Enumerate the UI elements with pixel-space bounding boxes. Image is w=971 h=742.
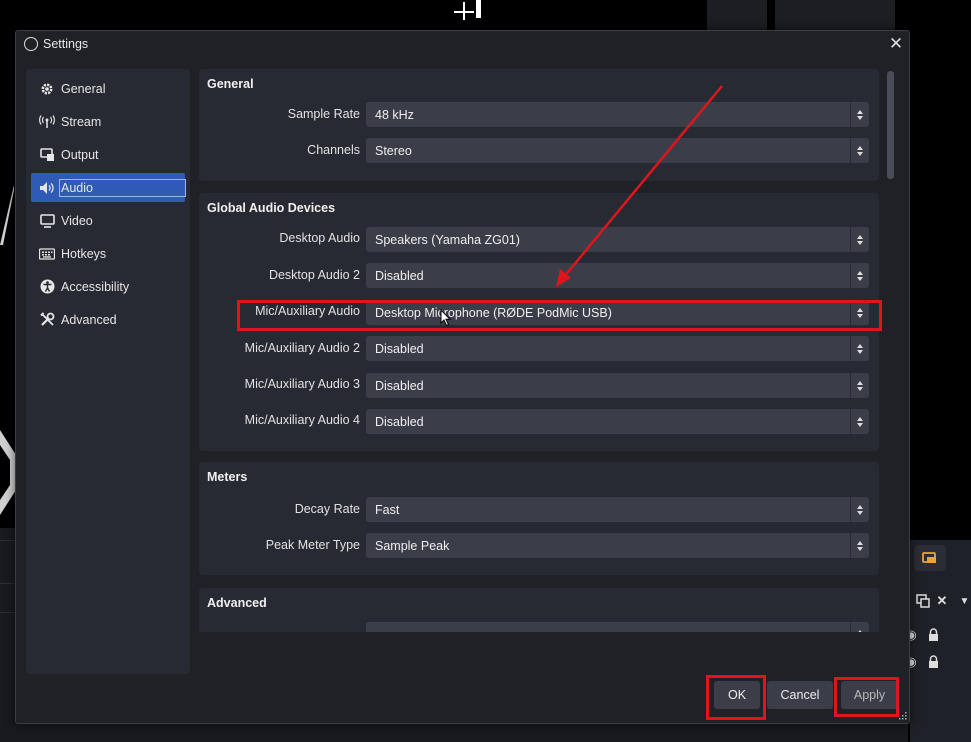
settings-sidebar: General Stream Output Audio Video Hotkey… — [26, 69, 190, 674]
sidebar-item-label: General — [61, 81, 106, 96]
select-value: Desktop Microphone (RØDE PodMic USB) — [375, 305, 612, 320]
sample-rate-select[interactable]: 48 kHz — [366, 102, 869, 127]
decay-rate-label: Decay Rate — [294, 502, 360, 516]
peak-meter-type-select[interactable]: Sample Peak — [366, 533, 869, 558]
sidebar-item-hotkeys[interactable]: Hotkeys — [31, 239, 185, 268]
group-title: Advanced — [207, 596, 267, 610]
group-title: General — [207, 77, 254, 91]
desktop-audio-label: Desktop Audio — [279, 231, 360, 245]
lock-icon[interactable] — [926, 626, 940, 642]
sidebar-item-advanced[interactable]: Advanced — [31, 305, 185, 334]
scrollbar-thumb[interactable] — [887, 71, 894, 179]
sidebar-item-label: Advanced — [61, 312, 117, 327]
group-title: Meters — [207, 470, 248, 484]
updown-arrows-icon — [850, 263, 869, 288]
settings-content: General Sample Rate 48 kHz Channels Ster… — [199, 69, 879, 632]
ok-button[interactable]: OK — [714, 681, 760, 709]
mic-aux-audio-2-select[interactable]: Disabled — [366, 336, 869, 361]
select-value: Disabled — [375, 378, 424, 393]
chevron-down-icon[interactable]: ▼ — [958, 592, 971, 610]
updown-arrows-icon — [850, 227, 869, 252]
mic-aux-audio-3-label: Mic/Auxiliary Audio 3 — [244, 377, 360, 391]
decay-rate-select[interactable]: Fast — [366, 497, 869, 522]
settings-dialog: Settings ✕ General Stream Output Audio V… — [15, 30, 910, 724]
group-advanced: Advanced — [199, 588, 879, 632]
sidebar-item-video[interactable]: Video — [31, 206, 185, 235]
select-value: Stereo — [375, 143, 412, 158]
select-value: Disabled — [375, 341, 424, 356]
desktop-audio-select[interactable]: Speakers (Yamaha ZG01) — [366, 227, 869, 252]
broadcast-icon — [39, 114, 55, 130]
preview-graphic — [454, 0, 481, 20]
updown-arrows-icon — [850, 102, 869, 127]
sample-rate-label: Sample Rate — [287, 107, 360, 121]
cancel-button[interactable]: Cancel — [767, 681, 833, 709]
sidebar-item-audio[interactable]: Audio — [31, 173, 186, 202]
sidebar-item-label: Video — [61, 213, 93, 228]
sidebar-item-label: Stream — [61, 114, 102, 129]
group-global-audio-devices: Global Audio Devices Desktop Audio Speak… — [199, 193, 879, 451]
sidebar-item-stream[interactable]: Stream — [31, 107, 185, 136]
peak-meter-type-label: Peak Meter Type — [265, 538, 360, 552]
channels-label: Channels — [307, 143, 360, 157]
sidebar-item-general[interactable]: General — [31, 74, 185, 103]
updown-arrows-icon — [850, 336, 869, 361]
dialog-titlebar: Settings ✕ — [16, 31, 909, 59]
output-icon — [39, 147, 55, 163]
gear-icon — [39, 81, 55, 97]
desktop-audio-2-select[interactable]: Disabled — [366, 263, 869, 288]
mic-aux-audio-2-label: Mic/Auxiliary Audio 2 — [244, 341, 360, 355]
select-value: Disabled — [375, 414, 424, 429]
updown-arrows-icon — [850, 622, 869, 632]
mouse-cursor-icon — [440, 309, 452, 327]
apply-button[interactable]: Apply — [841, 681, 898, 709]
mic-aux-audio-3-select[interactable]: Disabled — [366, 373, 869, 398]
group-title: Global Audio Devices — [207, 201, 336, 215]
updown-arrows-icon — [850, 533, 869, 558]
select-value: Disabled — [375, 268, 424, 283]
updown-arrows-icon — [850, 409, 869, 434]
select-value: 48 kHz — [375, 107, 414, 122]
updown-arrows-icon — [850, 300, 869, 325]
desktop-audio-2-label: Desktop Audio 2 — [268, 268, 360, 282]
sidebar-item-accessibility[interactable]: Accessibility — [31, 272, 185, 301]
undock-icon[interactable] — [914, 592, 932, 610]
mic-aux-audio-4-select[interactable]: Disabled — [366, 409, 869, 434]
mic-aux-audio-4-label: Mic/Auxiliary Audio 4 — [244, 413, 360, 427]
monitor-icon — [39, 213, 55, 229]
sidebar-item-label: Output — [61, 147, 99, 162]
accessibility-icon — [39, 279, 55, 295]
close-dock-icon[interactable]: ✕ — [934, 592, 950, 610]
sidebar-item-output[interactable]: Output — [31, 140, 185, 169]
close-icon[interactable]: ✕ — [887, 35, 905, 53]
channels-select[interactable]: Stereo — [366, 138, 869, 163]
group-general: General Sample Rate 48 kHz Channels Ster… — [199, 69, 879, 181]
tools-icon — [39, 312, 55, 328]
updown-arrows-icon — [850, 497, 869, 522]
content-scrollbar[interactable] — [886, 69, 896, 632]
dialog-title: Settings — [43, 37, 89, 51]
select-value: Speakers (Yamaha ZG01) — [375, 232, 520, 247]
updown-arrows-icon — [850, 138, 869, 163]
select-value: Sample Peak — [375, 538, 450, 553]
mic-aux-audio-label: Mic/Auxiliary Audio — [255, 304, 360, 318]
keyboard-icon — [39, 246, 55, 262]
select-value: Fast — [375, 502, 400, 517]
lock-icon[interactable] — [926, 653, 940, 669]
obs-logo-icon — [24, 37, 38, 51]
camera-icon — [922, 552, 936, 563]
speaker-icon — [39, 180, 55, 196]
resize-grip-icon[interactable] — [899, 712, 907, 720]
group-meters: Meters Decay Rate Fast Peak Meter Type S… — [199, 462, 879, 575]
virtual-camera-button[interactable] — [914, 545, 946, 571]
sidebar-item-label: Hotkeys — [61, 246, 107, 261]
updown-arrows-icon — [850, 373, 869, 398]
background-toolbar — [632, 0, 971, 30]
sidebar-item-label: Audio — [59, 178, 186, 197]
advanced-select[interactable] — [366, 622, 869, 632]
preview-graphic — [0, 185, 14, 245]
sidebar-item-label: Accessibility — [61, 279, 130, 294]
